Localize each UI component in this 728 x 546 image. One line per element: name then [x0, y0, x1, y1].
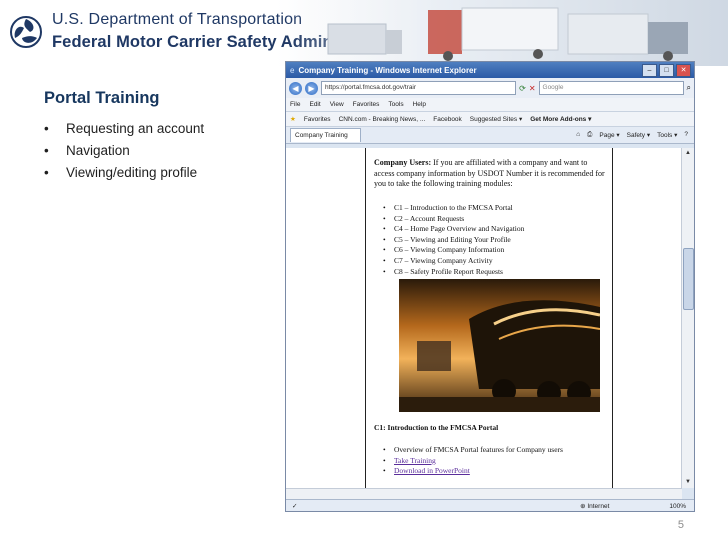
intro-label: Company Users: [374, 158, 432, 167]
page-number: 5 [677, 519, 684, 531]
intro-paragraph: Company Users: If you are affiliated wit… [374, 158, 606, 190]
menu-edit[interactable]: Edit [309, 101, 320, 108]
globe-icon: ⊕ [580, 503, 586, 510]
safety-menu[interactable]: Safety ▾ [627, 131, 651, 139]
list-item: C2 – Account Requests [374, 214, 524, 225]
tanker-truck-photo [399, 279, 600, 412]
list-item: C5 – Viewing and Editing Your Profile [374, 235, 524, 246]
dot-triskelion-icon [10, 16, 42, 48]
download-powerpoint-link-text[interactable]: Download in PowerPoint [394, 466, 470, 475]
list-item: C8 – Safety Profile Report Requests [374, 267, 524, 278]
list-item: Overview of FMCSA Portal features for Co… [374, 445, 563, 456]
back-icon[interactable]: ◀ [289, 81, 302, 95]
module-list: C1 – Introduction to the FMCSA Portal C2… [374, 203, 524, 277]
search-icon[interactable]: ⌕ [687, 83, 691, 93]
ie-logo-icon: e [290, 65, 295, 75]
home-icon[interactable]: ⌂ [576, 131, 580, 139]
slide-bullet-list: • Requesting an account • Navigation • View… [44, 118, 204, 184]
tools-menu[interactable]: Tools ▾ [657, 131, 677, 139]
favorite-link-addons[interactable]: Get More Add-ons ▾ [530, 115, 591, 123]
favorites-button[interactable]: Favorites [304, 116, 331, 123]
page-content: Company Users: If you are affiliated wit… [286, 148, 682, 488]
menu-file[interactable]: File [290, 101, 300, 108]
favorites-star-icon[interactable]: ★ [290, 115, 296, 123]
slide-bullet: • Viewing/editing profile [44, 165, 198, 180]
menu-view[interactable]: View [330, 101, 344, 108]
refresh-icon[interactable]: ⟳ [519, 84, 526, 93]
take-training-link[interactable]: Take Training [374, 456, 563, 467]
browser-window-screenshot: e Company Training - Windows Internet Ex… [285, 61, 695, 512]
address-bar[interactable]: https://portal.fmcsa.dot.gov/trair [321, 81, 517, 95]
page-status-icon: ✓ [292, 503, 298, 510]
favorites-bar: ★ Favorites CNN.com - Breaking News, ...… [286, 111, 694, 126]
scroll-up-icon[interactable]: ▲ [682, 148, 694, 159]
list-item: C4 – Home Page Overview and Navigation [374, 224, 524, 235]
download-powerpoint-link[interactable]: Download in PowerPoint [374, 466, 563, 477]
address-row: ◀ ▶ https://portal.fmcsa.dot.gov/trair ⟳… [286, 78, 694, 98]
list-item: C1 – Introduction to the FMCSA Portal [374, 203, 524, 214]
slide-bullet: • Requesting an account [44, 121, 205, 136]
window-title-bar: e Company Training - Windows Internet Ex… [286, 62, 694, 78]
content-column: Company Users: If you are affiliated wit… [365, 148, 613, 488]
slide-bullet: • Navigation [44, 143, 130, 158]
scroll-down-icon[interactable]: ▼ [682, 477, 694, 488]
stop-icon[interactable]: ✕ [529, 84, 536, 93]
print-icon[interactable]: ⎙ [587, 131, 592, 139]
tab-company-training[interactable]: Company Training [290, 128, 361, 142]
minimize-icon[interactable]: – [642, 64, 657, 77]
tab-bar: Company Training ⌂ ⎙ Page ▾ Safety ▾ Too… [286, 126, 694, 144]
page-menu[interactable]: Page ▾ [599, 131, 619, 139]
status-bar: ✓ ⊕ Internet 100% [286, 499, 694, 511]
favorite-link-suggested[interactable]: Suggested Sites ▾ [470, 115, 522, 123]
menu-help[interactable]: Help [413, 101, 426, 108]
slide-header: U.S. Department of Transportation Federa… [0, 0, 728, 66]
zoom-level[interactable]: 100% [669, 503, 686, 510]
menu-favorites[interactable]: Favorites [353, 101, 380, 108]
trucks-banner-image [288, 0, 728, 66]
window-title: Company Training - Windows Internet Expl… [298, 65, 477, 75]
slide-title: Portal Training [44, 89, 160, 107]
forward-icon[interactable]: ▶ [305, 81, 318, 95]
favorite-link-facebook[interactable]: Facebook [433, 116, 462, 123]
menu-bar: File Edit View Favorites Tools Help [286, 98, 694, 111]
maximize-icon[interactable]: □ [659, 64, 674, 77]
menu-tools[interactable]: Tools [388, 101, 403, 108]
list-item: C6 – Viewing Company Information [374, 245, 524, 256]
search-input[interactable]: Google [538, 81, 684, 95]
help-menu[interactable]: ? [684, 131, 688, 139]
command-bar: ⌂ ⎙ Page ▾ Safety ▾ Tools ▾ ? [576, 131, 694, 139]
vertical-scrollbar[interactable]: ▲ ▼ [681, 148, 694, 488]
section-heading: C1: Introduction to the FMCSA Portal [374, 423, 499, 432]
c1-list: Overview of FMCSA Portal features for Co… [374, 445, 563, 477]
list-item: C7 – Viewing Company Activity [374, 256, 524, 267]
take-training-link-text[interactable]: Take Training [394, 456, 436, 465]
scroll-thumb[interactable] [683, 248, 694, 310]
status-zone: ⊕ Internet [580, 502, 609, 510]
close-icon[interactable]: ✕ [676, 64, 691, 77]
status-zone-label: Internet [587, 503, 610, 510]
horizontal-scrollbar[interactable] [286, 488, 682, 499]
favorite-link-cnn[interactable]: CNN.com - Breaking News, ... [339, 116, 426, 123]
org-name-line1: U.S. Department of Transportation [52, 11, 303, 28]
